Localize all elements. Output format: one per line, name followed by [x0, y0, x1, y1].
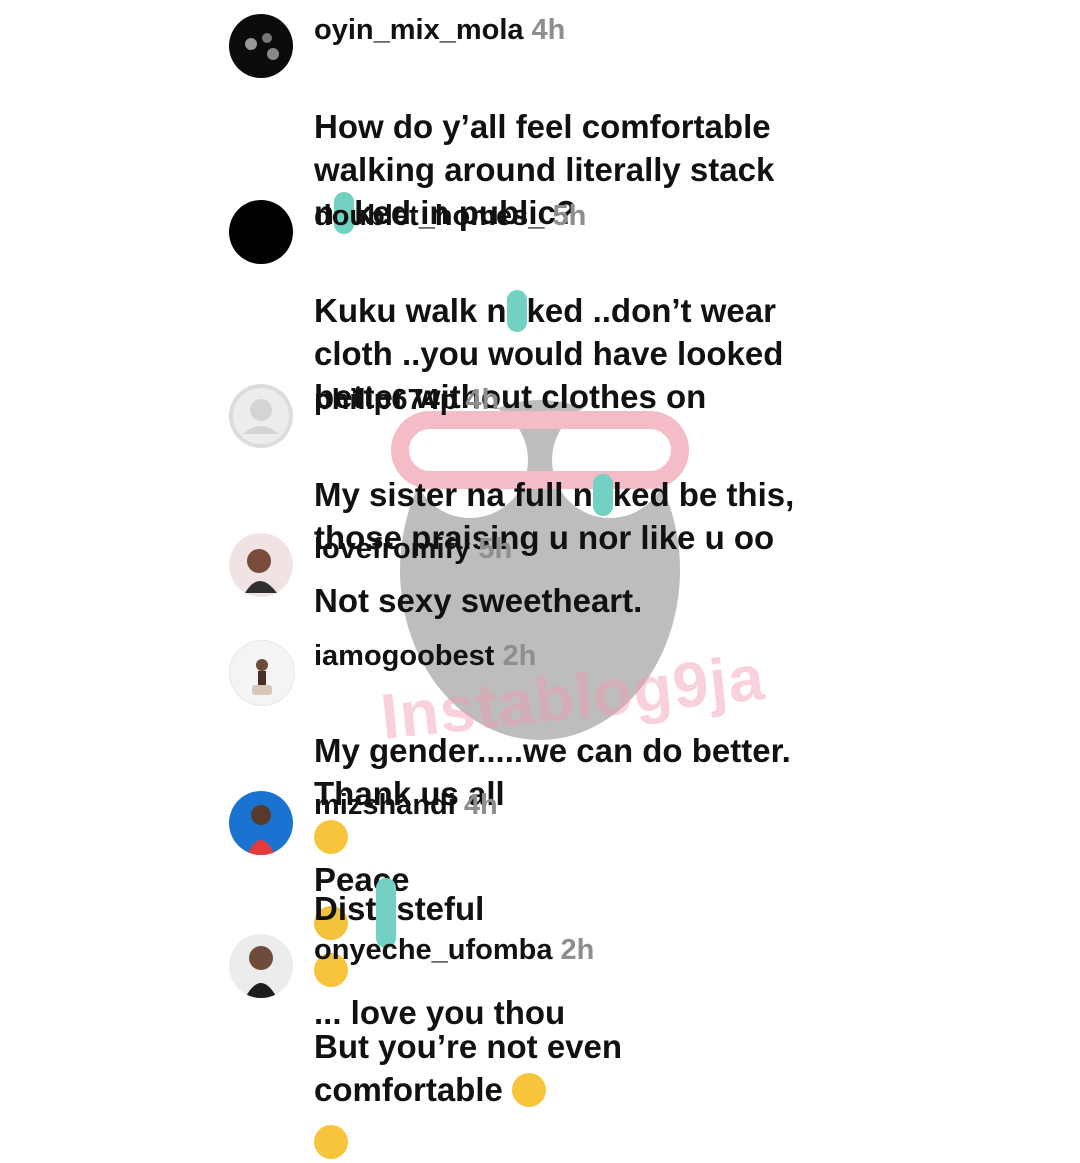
avatar-image: [247, 805, 275, 855]
censor-mark: [592, 474, 613, 516]
comment-text: Not sexy sweetheart.: [314, 582, 643, 619]
avatar-image: [245, 549, 277, 593]
comment-timestamp: 2h: [502, 640, 537, 672]
avatar-image: [245, 33, 279, 60]
comment-username[interactable]: mizshandi 4h: [314, 789, 498, 822]
default-avatar-icon: [233, 388, 289, 444]
crying-face-emoji-icon: [512, 1073, 547, 1107]
comment-timestamp: 5h: [478, 533, 513, 565]
comment-timestamp: 4h: [465, 384, 500, 416]
avatar[interactable]: [229, 640, 295, 706]
comment-username[interactable]: onyeche_ufomba 2h: [314, 934, 594, 967]
comment-username[interactable]: doublet_homes_ 5h: [314, 200, 586, 233]
avatar[interactable]: [229, 934, 293, 998]
comment-timestamp: 4h: [531, 14, 566, 46]
comment-timestamp: 5h: [552, 200, 587, 232]
comment-username[interactable]: iamogoobest 2h: [314, 640, 536, 673]
avatar[interactable]: [229, 384, 293, 448]
avatar[interactable]: [229, 791, 293, 855]
comment-username[interactable]: oyin_mix_mola 4h: [314, 14, 565, 47]
comment-timestamp: 2h: [560, 934, 595, 966]
censor-mark: [506, 290, 527, 332]
avatar[interactable]: [229, 200, 293, 264]
hugging-face-emoji-icon: [314, 1125, 348, 1159]
comment-text: But you’re not even comfortable: [314, 1028, 623, 1108]
avatar[interactable]: [229, 533, 293, 597]
comment-timestamp: 4h: [463, 789, 498, 821]
avatar[interactable]: [229, 14, 293, 78]
comment-username[interactable]: philip674p 4h: [314, 384, 499, 417]
avatar-image: [245, 946, 277, 998]
avatar-image: [252, 659, 272, 695]
comment-username[interactable]: lovefromify 5h: [314, 533, 512, 566]
